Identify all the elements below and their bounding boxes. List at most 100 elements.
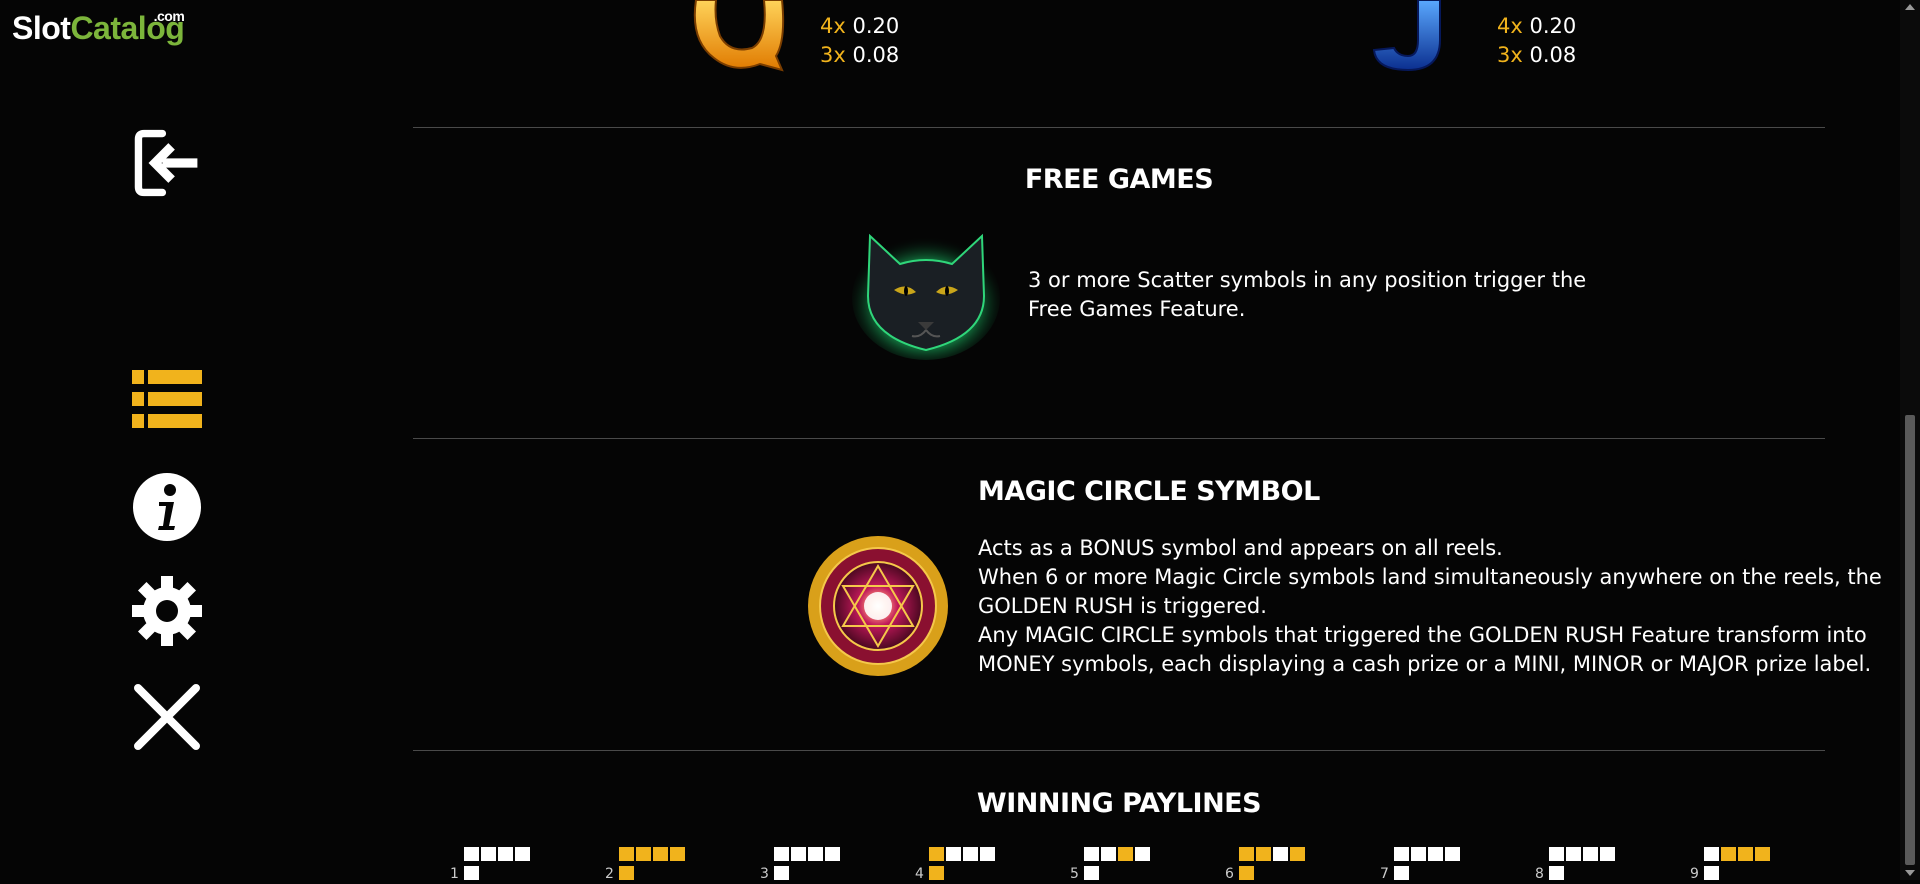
scroll-up-arrow-icon[interactable]	[1905, 4, 1915, 10]
paytable-row: 4x 0.20	[820, 14, 900, 38]
payline-item: 1	[450, 846, 542, 882]
payline-cell	[1411, 847, 1426, 861]
symbol-j-icon	[1368, 0, 1458, 72]
payline-cell	[1549, 847, 1564, 861]
info-icon[interactable]	[132, 472, 202, 542]
payline-cell	[464, 866, 479, 880]
payline-grid	[1549, 846, 1627, 884]
magic-circle-icon	[805, 533, 951, 679]
payline-cell	[1118, 847, 1133, 861]
payline-cell	[808, 847, 823, 861]
scroll-down-arrow-icon[interactable]	[1905, 870, 1915, 876]
payline-cell	[1721, 847, 1736, 861]
winning-paylines-title: WINNING PAYLINES	[976, 788, 1262, 819]
payline-grid	[1394, 846, 1472, 884]
payline-item: 5	[1070, 846, 1162, 882]
payline-cell	[1239, 866, 1254, 880]
logo-text-slot: Slot	[12, 10, 71, 46]
description-line: MONEY symbols, each displaying a cash pr…	[978, 652, 1872, 676]
payline-cell	[1239, 847, 1254, 861]
section-divider	[413, 438, 1825, 439]
section-divider	[413, 127, 1825, 128]
payline-cell	[481, 847, 496, 861]
payline-cell	[1394, 847, 1409, 861]
payline-cell	[963, 847, 978, 861]
payline-cell	[619, 866, 634, 880]
payline-grid	[1704, 846, 1782, 884]
free-games-description: 3 or more Scatter symbols in any positio…	[1028, 266, 1586, 324]
payline-item: 6	[1225, 846, 1317, 882]
close-icon[interactable]	[132, 682, 202, 752]
payline-cell	[791, 847, 806, 861]
description-line: GOLDEN RUSH is triggered.	[978, 594, 1267, 618]
logo-text-com: .com	[153, 8, 185, 24]
payline-grid	[774, 846, 852, 884]
payline-cell	[1704, 847, 1719, 861]
vertical-scrollbar[interactable]	[1900, 0, 1920, 880]
description-line: Acts as a BONUS symbol and appears on al…	[978, 536, 1503, 560]
description-line: When 6 or more Magic Circle symbols land…	[978, 565, 1882, 589]
payline-cell	[1084, 847, 1099, 861]
paytable-row: 3x 0.08	[1497, 43, 1577, 67]
payline-cell	[653, 847, 668, 861]
payline-cell	[774, 847, 789, 861]
payline-cell	[1738, 847, 1753, 861]
payline-cell	[498, 847, 513, 861]
payline-grid	[619, 846, 697, 884]
payline-cell	[774, 866, 789, 880]
scatter-cat-icon	[850, 226, 1002, 360]
payline-item: 7	[1380, 846, 1472, 882]
payline-item: 9	[1690, 846, 1782, 882]
payline-cell	[1755, 847, 1770, 861]
paytable-row: 4x 0.20	[1497, 14, 1577, 38]
payline-cell	[464, 847, 479, 861]
payline-grid	[464, 846, 542, 884]
payline-cell	[1273, 847, 1288, 861]
payline-item: 2	[605, 846, 697, 882]
payline-cell	[1428, 847, 1443, 861]
paytable-row: 3x 0.08	[820, 43, 900, 67]
payline-item: 8	[1535, 846, 1627, 882]
payline-cell	[1445, 847, 1460, 861]
payline-cell	[1600, 847, 1615, 861]
magic-circle-description: Acts as a BONUS symbol and appears on al…	[978, 534, 1882, 679]
payline-cell	[980, 847, 995, 861]
paytable-j: 4x 0.20 3x 0.08	[1497, 12, 1576, 70]
payline-item: 4	[915, 846, 1007, 882]
payline-grid	[929, 846, 1007, 884]
payline-cell	[929, 866, 944, 880]
payline-cell	[1290, 847, 1305, 861]
magic-circle-title: MAGIC CIRCLE SYMBOL	[978, 476, 1320, 507]
payline-cell	[619, 847, 634, 861]
payline-cell	[1394, 866, 1409, 880]
payline-cell	[1135, 847, 1150, 861]
symbol-q-icon	[690, 0, 790, 72]
slotcatalog-logo[interactable]: SlotCatalog .com	[12, 8, 185, 47]
section-divider	[413, 750, 1825, 751]
free-games-title: FREE GAMES	[1024, 164, 1214, 195]
exit-icon[interactable]	[132, 128, 202, 198]
payline-cell	[1583, 847, 1598, 861]
payline-cell	[636, 847, 651, 861]
payline-grid	[1084, 846, 1162, 884]
payline-cell	[670, 847, 685, 861]
gear-icon[interactable]	[132, 576, 202, 646]
payline-cell	[1256, 847, 1271, 861]
payline-cell	[929, 847, 944, 861]
payline-item: 3	[760, 846, 852, 882]
payline-cell	[946, 847, 961, 861]
description-line: Any MAGIC CIRCLE symbols that triggered …	[978, 623, 1867, 647]
payline-cell	[515, 847, 530, 861]
payline-grid	[1239, 846, 1317, 884]
paytable-q: 4x 0.20 3x 0.08	[820, 12, 899, 70]
payline-cell	[1549, 866, 1564, 880]
scrollbar-thumb[interactable]	[1905, 415, 1915, 865]
description-line: Free Games Feature.	[1028, 297, 1246, 321]
payline-cell	[1101, 847, 1116, 861]
payline-cell	[825, 847, 840, 861]
payline-cell	[1566, 847, 1581, 861]
description-line: 3 or more Scatter symbols in any positio…	[1028, 268, 1587, 292]
payline-cell	[1084, 866, 1099, 880]
paytable-list-icon[interactable]	[132, 370, 202, 428]
payline-cell	[1704, 866, 1719, 880]
